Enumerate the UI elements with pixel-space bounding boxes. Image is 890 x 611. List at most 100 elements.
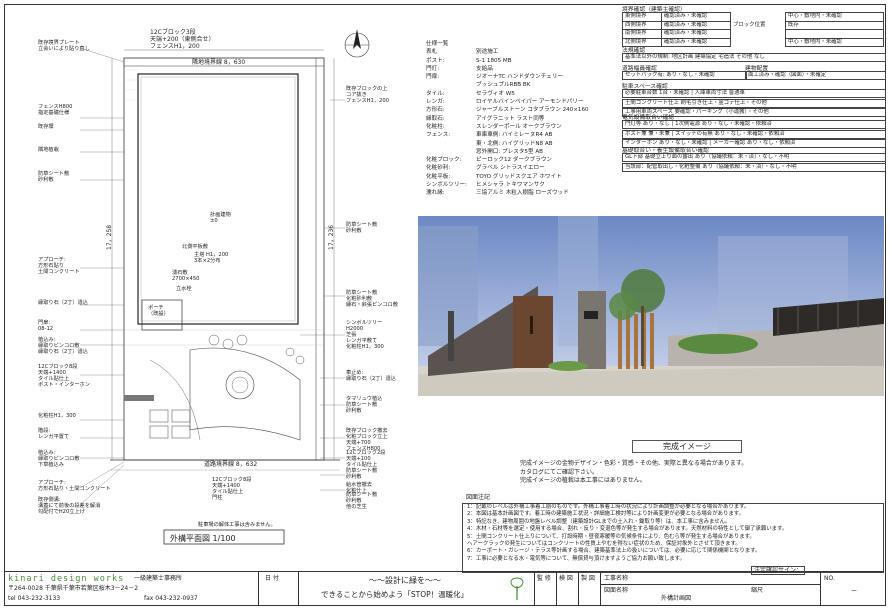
spec-row: 化粧ブロック: ピーロック12 ダークブラウン [426, 156, 621, 164]
plan-left-label: 縁取り石（2丁）違込 [38, 300, 88, 306]
block-position-cell [730, 12, 786, 21]
plan-left-label: フェンスH800 指定基礎仕様 [38, 104, 73, 116]
spec-value: スレンダーポール オークブラウン [476, 123, 562, 130]
plan-right-label: タマリュウ植込 防草シート敷 砂利敷 [346, 396, 383, 414]
spec-row: フェンス: 車庫車側: ハイミレーヌR4 AB [426, 131, 621, 139]
spec-key: タイル: [426, 90, 445, 97]
plan-right-label: 防草シート敷 砂利敷 [346, 468, 378, 480]
spec-value: ジオーナTC ハンドダウンチェリー [476, 74, 564, 81]
check-label: 検 図 [559, 575, 573, 582]
plan-left-label: アプローチ: 方形石貼り 土間コンクリート [38, 257, 80, 275]
symbol-tree [225, 370, 255, 400]
spec-key: 化粧ブロック: [426, 157, 462, 164]
spec-value: プッシュプルRBB BK [476, 82, 531, 89]
plan-center-label: 計画建物 ±0 [210, 212, 231, 224]
spec-row: 化粧砂利: グラベル シトラスイエロー [426, 164, 621, 172]
dim-right-label: 17，236 [328, 224, 335, 250]
boundary-row: 西側境界 確認済み・未確認 ブロック位置 既存 [622, 20, 884, 30]
found_rows-row: GL下部 基礎立上り面の露出 あり（協議依頼：未・済）・なし・不明 [622, 153, 886, 162]
plan-left-label: 既存塀 [38, 124, 54, 130]
block-position-cell [730, 29, 786, 38]
plan-center-label: 立水栓 [176, 286, 192, 292]
notes-title: 図面注記 [466, 494, 491, 501]
slogan-line1: 〜〜設計に緑を〜〜 [369, 576, 441, 585]
disclaimer-line: 完成イメージの金物デザイン・色彩・質感・その他、実際と異なる場合があります。 [520, 460, 748, 467]
boundary-side: 西側境界 [622, 20, 662, 30]
boundary-side: 東側境界 [622, 12, 662, 22]
spec-row: 濡れ縁: 三協アルミ 木粒入樹脂 ローズウッド [426, 189, 621, 197]
boundary-top-label: 隣地境界線 8，630 [192, 59, 246, 66]
plan-left-label: 既存側溝: 溝蓋にて前後の段差を解消 勾配付でH20立上げ [38, 497, 101, 515]
plan-left-label: 門扉: 08-12 [38, 320, 54, 332]
spec-value: グラベル シトラスイエロー [476, 165, 545, 172]
found_rows-row: 当該部：配管取出し・化粧整備 あり（協議依頼：未・済）・なし・不明 [622, 162, 886, 172]
spec-value: 東・北側: ハイグリッドN8 AB [476, 140, 553, 147]
spec-row: 方形石: ジャーブルストーン コタブラウン 240×160 [426, 106, 621, 114]
spec-value: S-1 1805 MB [476, 57, 512, 64]
spec-value: アイグラニット ラスト同等 [476, 115, 545, 122]
block-position-cell [730, 38, 786, 47]
spec-key: フェンス: [426, 132, 451, 139]
sheet-name: 外構計画図 [661, 595, 692, 602]
title-block: kinari design works 一級建築士事務所 〒264-0028 千… [4, 566, 884, 605]
spec-row: 門扉: ジオーナTC ハンドダウンチェリー [426, 73, 621, 81]
plan-left-label: 防草シート敷 砂利敷 [38, 171, 70, 183]
plan-center-label: 北側平板敷 [182, 244, 208, 250]
plan-left-label: 化粧柱H1，300 [38, 413, 76, 419]
spec-key: 表札 [426, 49, 438, 56]
company-tel: tel 043-232-3133 [8, 595, 61, 602]
no-value: ー [851, 588, 858, 595]
spec-value: ジャーブルストーン コタブラウン 240×160 [476, 107, 589, 114]
boundary-row: 北側境界 確認済み・未確認 中心・敷地内・未確認 [622, 37, 884, 47]
spec-key: 門灯: [426, 65, 440, 72]
spec-list: 仕様一覧 表札 別途施工ポスト: S-1 1805 MB 門灯: 支給品門扉: ジオーナT… [426, 40, 621, 198]
spec-key: ポスト: [426, 57, 445, 64]
spec-key: 化粧平板: [426, 173, 451, 180]
plan-right-label: 防草シート敷 化粧砂利敷 縁石・斜張ピンコロ敷 [346, 290, 398, 308]
spec-value: ロイヤルバインペイパー アーモンドパリー [476, 99, 584, 106]
spec-key [426, 148, 476, 156]
scale-label: 縮尺 [751, 587, 764, 594]
spec-row: 化粧平板: TOYO グリッドスクエア ホワイト [426, 173, 621, 181]
boundary-row: 南側境界 確認済み・未確認 [622, 29, 884, 39]
spec-row: 窓外開口: プレスタ5型 AB [426, 148, 621, 156]
elec_rows-row: 門灯等 あり・なし | 1次側電源 あり・なし・未確認・依頼済 [622, 120, 886, 129]
company-fax: fax 043-232-0937 [144, 595, 198, 602]
block-position-option: 中心・敷地内・未確認 [785, 37, 884, 47]
plan-right-label: 既存ブロック撤去 化粧ブロック立上 天端+700 フェンスH800 [346, 428, 388, 452]
plan-left-label: 植込み: 縁取りピンコロ敷 下草植込み [38, 450, 80, 468]
plan-title: 外構平面図 1/100 [170, 534, 236, 543]
leaf-icon [510, 577, 524, 600]
sign-label: 法定確認サイン： [751, 566, 806, 575]
spec-header: 仕様一覧 [426, 41, 449, 47]
plan-left-label: 植込み: 縁取りピンコロ敷 縁取り石（2丁）違込 [38, 337, 88, 355]
sheet-label: 図面名称 [604, 587, 629, 594]
spec-value: 支給品 [476, 65, 493, 72]
spec-row: プッシュプルRBB BK [426, 81, 621, 89]
note-line: 4：木材・石材等を選定・使用する場合、割れ・反り・変退色等が発生する場合がありま… [467, 526, 788, 533]
spec-value: TOYO グリッドスクエア ホワイト [476, 173, 562, 180]
spec-value: 別途施工 [476, 49, 499, 56]
spec-key: 門扉: [426, 74, 440, 81]
plan-left-label: 階段: レンガ平置て [38, 428, 70, 440]
spec-value: ピーロック12 ダークブラウン [476, 157, 553, 164]
company-name: kinari design works [8, 574, 125, 584]
plan-right-label: 12Cブロック2段 天端+100 タイル貼仕上 [346, 450, 386, 468]
planned-building [137, 73, 299, 325]
top-block-label: 12Cブロック3段 天端+200（東側合せ） フェンスH1，200 [150, 29, 215, 50]
note-line: 7：工事に必要となる水・電気等について、無償貸与頂けますようご協力お願い致します… [467, 555, 685, 562]
boundary-check-table: 東側境界 確認済み・未確認 中心・敷地内・未確認 西側境界 確認済み・未確認 ブロック位置… [622, 12, 884, 47]
note-line: 2：本図は基本計画図です。着工時の建築施工状況・詳細施工検討等により計画変更が必… [467, 511, 745, 518]
project-label: 工事名称 [604, 575, 629, 582]
boundary-side: 南側境界 [622, 29, 662, 39]
company-address: 〒264-0028 千葉県千葉市若葉区桜木3－24－2 [8, 585, 139, 592]
plan-right-label: シンボルツリー H2000 芝張 レンガ平敷て 化粧柱H1，300 [346, 320, 384, 350]
spec-row: 門灯: 支給品 [426, 65, 621, 73]
company-sub: 一級建築士事務所 [134, 575, 183, 582]
plan-right-label: 既存ブロックの上 コア抜き フェンスH1，200 [346, 86, 389, 104]
spec-row: 縁取石: アイグラニット ラスト同等 [426, 115, 621, 123]
note-line: 5：土間コンクリート仕上りについて、打設時期・昼夜寒暖等の気候条件により、色むら… [467, 533, 755, 540]
disclaimer-line: 完成イメージの植栽は本工事にはありません。 [520, 477, 646, 484]
boundary-row: 東側境界 確認済み・未確認 中心・敷地内・未確認 [622, 12, 884, 22]
plan-center-label: ポーチ （既設） [148, 305, 169, 317]
